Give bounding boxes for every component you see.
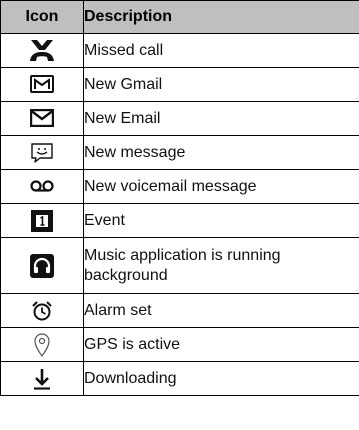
table-row: Event: [0, 203, 359, 238]
table-row: New message: [0, 135, 359, 170]
description-cell: New message: [83, 135, 359, 170]
description-cell: Music application is running background: [83, 237, 359, 294]
message-icon: [31, 142, 53, 163]
download-icon: [34, 368, 50, 390]
table-row: New voicemail message: [0, 169, 359, 204]
icon-legend-table: Icon Description Missed call New Gmail N…: [0, 0, 359, 396]
header-row: Icon Description: [0, 0, 359, 34]
description-cell: Alarm set: [83, 293, 359, 328]
missed-call-icon: [29, 38, 55, 63]
description-cell: Downloading: [83, 361, 359, 396]
table-row: Alarm set: [0, 293, 359, 328]
table-row: GPS is active: [0, 327, 359, 362]
gmail-icon: [30, 75, 54, 94]
description-cell: Missed call: [83, 33, 359, 68]
description-cell: New Email: [83, 101, 359, 136]
headphones-icon: [30, 253, 54, 278]
description-cell: GPS is active: [83, 327, 359, 362]
voicemail-icon: [30, 180, 54, 192]
description-column-header: Description: [83, 0, 359, 34]
description-cell: New voicemail message: [83, 169, 359, 204]
gps-icon: [34, 332, 50, 357]
icon-column-header: Icon: [0, 0, 84, 34]
event-icon: [31, 209, 53, 232]
table-row: Missed call: [0, 33, 359, 68]
alarm-icon: [32, 300, 52, 320]
table-row: New Email: [0, 101, 359, 136]
table-row: New Gmail: [0, 67, 359, 102]
description-cell: New Gmail: [83, 67, 359, 102]
description-cell: Event: [83, 203, 359, 238]
table-row: Downloading: [0, 361, 359, 396]
table-row: Music application is running background: [0, 237, 359, 294]
email-icon: [30, 109, 54, 128]
